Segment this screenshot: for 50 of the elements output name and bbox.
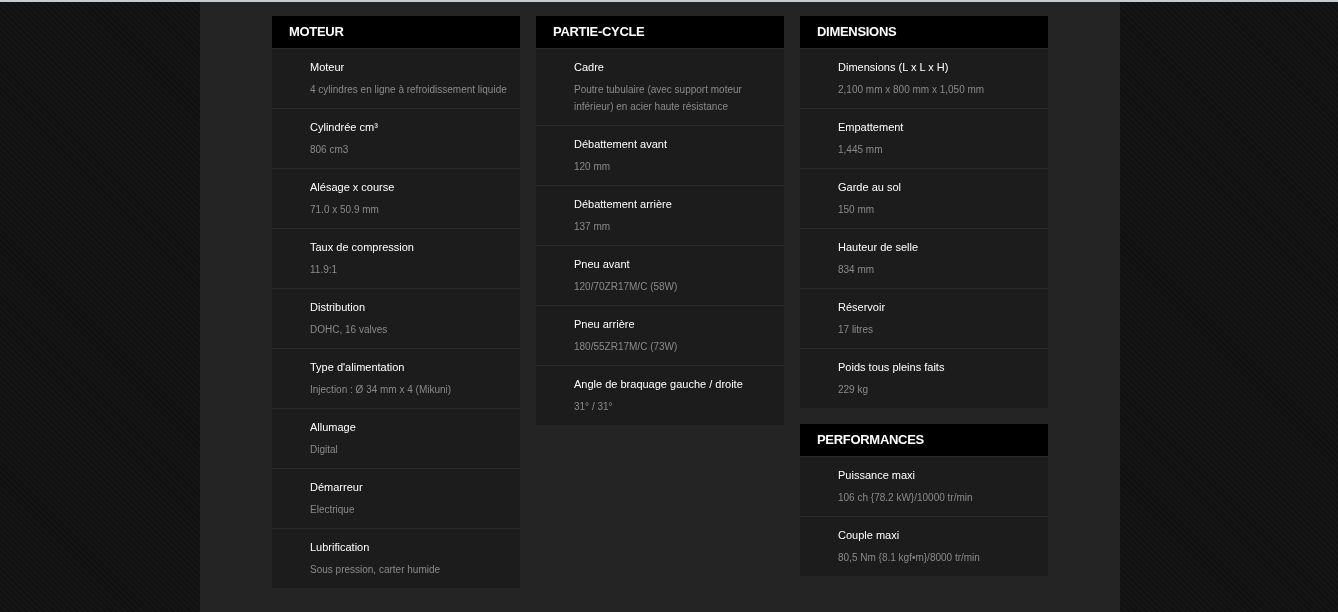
spec-label: Poids tous pleins faits [838, 360, 946, 375]
spec-value: 229 kg [838, 383, 870, 397]
spec-value: 4 cylindres en ligne à refroidissement liquide [310, 83, 508, 97]
spec-value: 120/70ZR17M/C (58W) [574, 280, 679, 294]
section-title: PARTIE-CYCLE [536, 16, 784, 48]
spec-label: Distribution [310, 300, 367, 315]
spec-value: 17 litres [838, 323, 874, 337]
spec-label: Taux de compression [310, 240, 415, 255]
spec-label: Hauteur de selle [838, 240, 920, 255]
spec-label: Angle de braquage gauche / droite [574, 377, 744, 392]
section-title: PERFORMANCES [800, 424, 1048, 456]
spec-value: 806 cm3 [310, 143, 350, 157]
spec-value: 834 mm [838, 263, 876, 277]
spec-label: Pneu avant [574, 257, 631, 272]
spec-label: Lubrification [310, 540, 371, 555]
spec-label: Débattement arrière [574, 197, 673, 212]
spec-label: Réservoir [838, 300, 887, 315]
spec-value: 80,5 Nm {8.1 kgf•m}/8000 tr/min [838, 551, 981, 565]
spec-label: Type d'alimentation [310, 360, 406, 375]
spec-label: Cylindrée cm³ [310, 120, 379, 135]
spec-value: 11.9:1 [310, 263, 339, 277]
section-title: DIMENSIONS [800, 16, 1048, 48]
spec-label: Moteur [310, 60, 346, 75]
spec-value: Electrique [310, 503, 356, 517]
spec-value: 2,100 mm x 800 mm x 1,050 mm [838, 83, 986, 97]
spec-label: Pneu arrière [574, 317, 636, 332]
spec-value: 180/55ZR17M/C (73W) [574, 340, 679, 354]
spec-label: Puissance maxi [838, 468, 917, 483]
spec-value: DOHC, 16 valves [310, 323, 389, 337]
spec-value: 1,445 mm [838, 143, 884, 157]
spec-label: Cadre [574, 60, 605, 75]
spec-value: 71.0 x 50.9 mm [310, 203, 380, 217]
spec-value: Sous pression, carter humide [310, 563, 442, 577]
spec-label: Empattement [838, 120, 905, 135]
spec-label: Allumage [310, 420, 357, 435]
spec-label: Démarreur [310, 480, 364, 495]
section-title: MOTEUR [272, 16, 520, 48]
spec-label: Dimensions (L x L x H) [838, 60, 950, 75]
spec-value: Injection : Ø 34 mm x 4 (Mikuni) [310, 383, 453, 397]
spec-label: Débattement avant [574, 137, 668, 152]
spec-label: Garde au sol [838, 180, 902, 195]
spec-value: 120 mm [574, 160, 612, 174]
spec-label: Couple maxi [838, 528, 901, 543]
spec-value: Digital [310, 443, 339, 457]
spec-value: 31° / 31° [574, 400, 614, 414]
spec-label: Alésage x course [310, 180, 396, 195]
spec-value: Poutre tubulaire (avec support moteur inférieur) en acier haute résistance [574, 83, 743, 114]
spec-value: 150 mm [838, 203, 876, 217]
spec-value: 137 mm [574, 220, 612, 234]
spec-value: 106 ch {78.2 kW}/10000 tr/min [838, 491, 974, 505]
